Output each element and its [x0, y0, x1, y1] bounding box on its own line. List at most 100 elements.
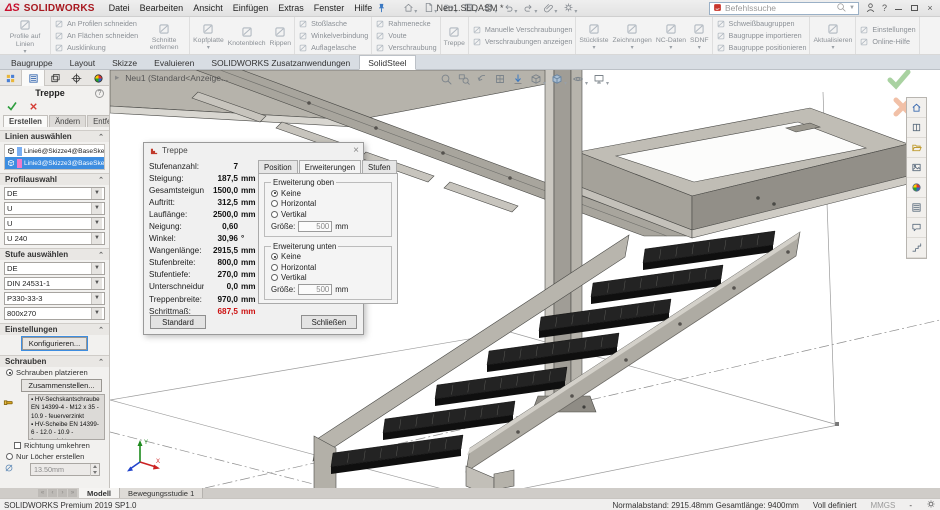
taskpane-design-library-tab[interactable] [907, 118, 926, 138]
chevron-down-icon[interactable]: ▼ [91, 263, 102, 274]
cancel-button[interactable] [28, 101, 39, 114]
chevron-down-icon[interactable]: ▼ [91, 188, 102, 199]
chevron-down-icon[interactable]: ▼ [91, 203, 102, 214]
dialog-tab-position[interactable]: Position [258, 160, 298, 173]
ribbon-an-profilen-schneiden[interactable]: An Profilen schneiden [54, 19, 138, 29]
extension-option-keine[interactable]: Keine [271, 252, 385, 263]
qat-home-button[interactable]: ▾ [403, 2, 417, 15]
dialog-tab-stufen[interactable]: Stufen [362, 160, 397, 173]
ribbon-manuelle-verschraubungen[interactable]: Manuelle Verschraubungen [472, 25, 573, 35]
chevron-down-icon[interactable]: ▾ [831, 45, 834, 51]
radio-keine[interactable] [271, 253, 278, 260]
ribbon-baugruppe-importieren[interactable]: Baugruppe importieren [716, 31, 807, 41]
chevron-down-icon[interactable]: ▾ [207, 45, 210, 51]
invert-direction-checkbox[interactable] [14, 442, 21, 449]
ribbon-baugruppe-positionieren[interactable]: Baugruppe positionieren [716, 43, 807, 53]
profile-select-2[interactable]: U▼ [4, 217, 105, 230]
ribbon-zeichnungen[interactable]: Zeichnungen▾ [613, 20, 652, 51]
ribbon-an-flächen-schneiden[interactable]: An Flächen schneiden [54, 31, 138, 41]
section-header-profile[interactable]: Profilauswahl⌃ [0, 173, 109, 185]
profile-select-3[interactable]: U 240▼ [4, 232, 105, 245]
feature-tree-breadcrumb[interactable]: Neu1 (Standard<Anzeige... [125, 73, 228, 83]
section-header-settings[interactable]: Einstellungen⌃ [0, 323, 109, 335]
hud-zoom-fit-button[interactable] [438, 72, 453, 87]
doc-tab-bewegungsstudie-1[interactable]: Bewegungsstudie 1 [120, 488, 203, 498]
chevron-down-icon[interactable]: ▾ [414, 9, 417, 15]
hud-view-settings-button[interactable]: ▾ [591, 72, 609, 87]
panel-tab-configurations[interactable] [45, 70, 66, 86]
size-input[interactable]: 500 [298, 221, 332, 232]
zoom-fit-icon[interactable] [836, 2, 846, 12]
taskpane-solidsteel-tab[interactable] [907, 238, 926, 258]
qat-attach-button[interactable]: ▾ [543, 2, 557, 15]
step-select-2[interactable]: P330-33-3▼ [4, 292, 105, 305]
help-icon[interactable]: ? [95, 89, 104, 98]
chevron-down-icon[interactable]: ▼ [91, 293, 102, 304]
taskpane-file-explorer-tab[interactable] [907, 138, 926, 158]
tab-baugruppe[interactable]: Baugruppe [3, 56, 61, 69]
chevron-down-icon[interactable]: ▾ [564, 81, 567, 87]
ribbon-rippen[interactable]: Rippen [270, 23, 292, 47]
hud-display-style-button[interactable]: ▾ [549, 72, 567, 87]
chevron-down-icon[interactable]: ▾ [698, 45, 701, 51]
extension-option-vertikal[interactable]: Vertikal [271, 273, 385, 284]
chevron-down-icon[interactable]: ▾ [543, 81, 546, 87]
ribbon-aktualisieren[interactable]: Aktualisieren▾ [813, 20, 852, 51]
extension-option-horizontal[interactable]: Horizontal [271, 262, 385, 273]
taskpane-forum-tab[interactable] [907, 218, 926, 238]
chevron-down-icon[interactable]: ▾ [554, 9, 557, 15]
doc-tab-modell[interactable]: Modell [79, 488, 120, 498]
menu-extras[interactable]: Extras [278, 3, 304, 13]
qat-undo-button[interactable]: ▾ [503, 2, 517, 15]
extension-option-vertikal[interactable]: Vertikal [271, 209, 385, 220]
cross-icon[interactable] [28, 101, 39, 112]
hud-section-view-button[interactable] [492, 72, 507, 87]
chevron-down-icon[interactable]: ▼ [91, 278, 102, 289]
ribbon-schweißbaugruppen[interactable]: Schweißbaugruppen [716, 19, 807, 29]
search-icon[interactable] [836, 2, 846, 14]
minimize-button[interactable] [893, 3, 903, 13]
taskpane-view-palette-tab[interactable] [907, 158, 926, 178]
radio-horizontal[interactable] [271, 264, 278, 271]
chevron-down-icon[interactable]: ▾ [514, 9, 517, 15]
chevron-down-icon[interactable]: ▾ [631, 45, 634, 51]
ribbon-stückliste[interactable]: Stückliste▾ [579, 20, 608, 51]
ribbon-nc-daten[interactable]: NC-Daten▾ [656, 20, 686, 51]
chevron-down-icon[interactable]: ▾ [23, 49, 26, 55]
flyout-tree-arrow[interactable]: ▸ [115, 72, 119, 83]
taskpane-appearances-tab[interactable] [907, 178, 926, 198]
status-gear-icon[interactable] [926, 499, 936, 510]
tab-solidworks-zusatzanwendungen[interactable]: SOLIDWORKS Zusatzanwendungen [203, 56, 358, 69]
dialog-title-bar[interactable]: Treppe × [144, 143, 363, 158]
chevron-down-icon[interactable]: ▼ [91, 218, 102, 229]
check-icon[interactable] [6, 100, 18, 112]
dialog-close-icon[interactable]: × [353, 145, 359, 156]
panel-tab-property-manager[interactable] [21, 70, 44, 86]
status-units[interactable]: MMGS [870, 501, 895, 510]
ribbon-verschraubungen-anzeigen[interactable]: Verschraubungen anzeigen [472, 37, 573, 47]
chevron-down-icon[interactable]: ▾ [592, 45, 595, 51]
qat-new-doc-button[interactable]: ▾ [423, 2, 437, 15]
ribbon-knotenblech[interactable]: Knotenblech [228, 23, 266, 47]
ribbon-voute[interactable]: Voute [375, 31, 436, 41]
step-select-0[interactable]: DE▼ [4, 262, 105, 275]
ribbon-stoßlasche[interactable]: Stoßlasche [298, 19, 368, 29]
panel-tab-dimxpert[interactable] [66, 70, 87, 86]
hud-normal-to-button[interactable] [510, 72, 525, 87]
help-button[interactable]: ? [882, 3, 887, 13]
close-dialog-button[interactable]: Schließen [301, 315, 357, 329]
ribbon-auflagelasche[interactable]: Auflagelasche [298, 43, 368, 53]
chevron-down-icon[interactable]: ▼ [91, 308, 102, 319]
taskpane-custom-properties-tab[interactable] [907, 198, 926, 218]
standard-button[interactable]: Standard [150, 315, 206, 329]
ribbon-schnitte-entfernen[interactable]: Schnitte entfernen [142, 20, 186, 51]
ribbon-treppe[interactable]: Treppe [444, 23, 465, 47]
pin-icon[interactable] [376, 2, 387, 15]
radio-horizontal[interactable] [271, 200, 278, 207]
hud-view-cube-button[interactable]: ▾ [528, 72, 546, 87]
tab-evaluieren[interactable]: Evaluieren [146, 56, 202, 69]
section-header-lines[interactable]: Linien auswählen⌃ [0, 130, 109, 142]
mode-tab-ändern[interactable]: Ändern [49, 115, 86, 127]
radio-vertikal[interactable] [271, 274, 278, 281]
chevron-down-icon[interactable]: ▾ [574, 9, 577, 15]
